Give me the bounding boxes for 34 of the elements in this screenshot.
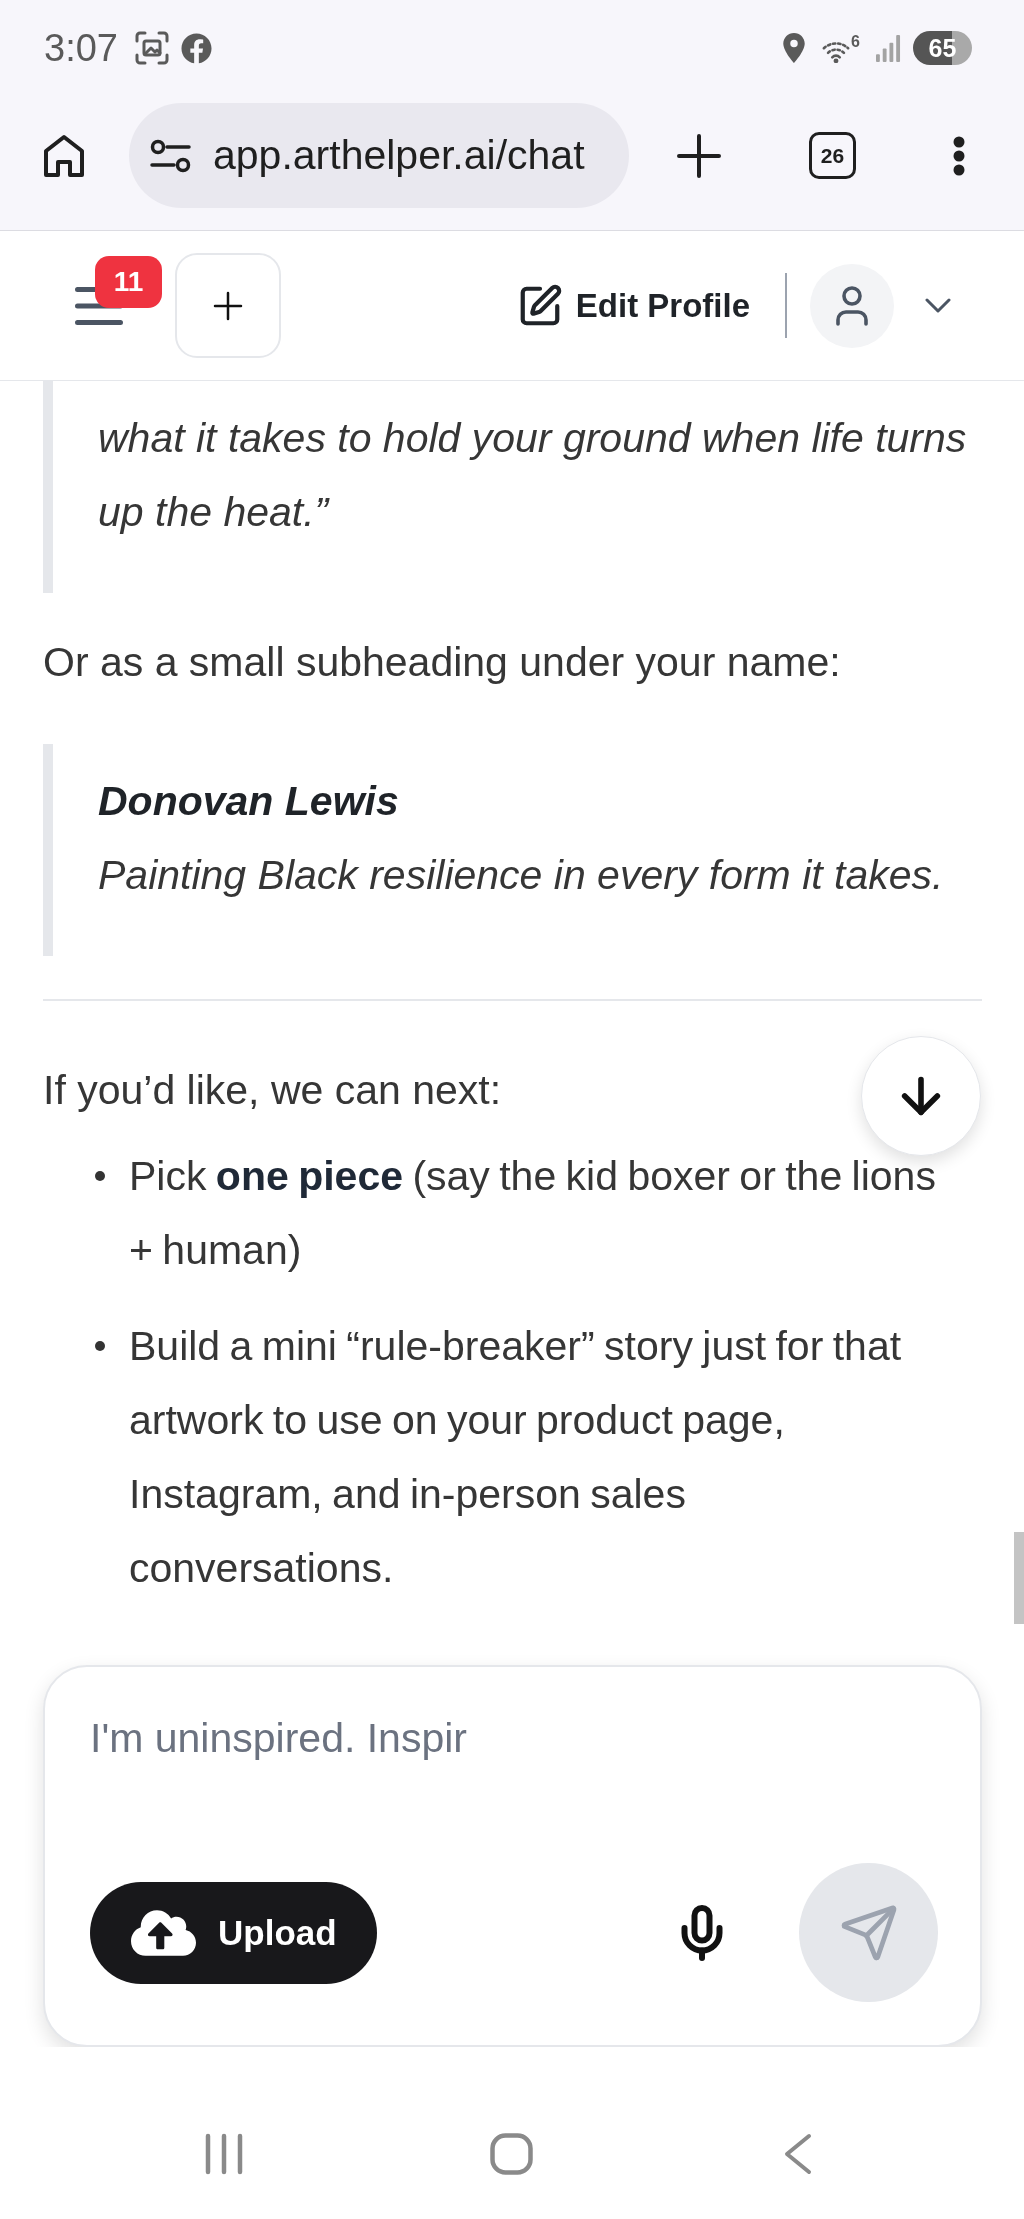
address-bar[interactable]: app.arthelper.ai/chat — [129, 103, 629, 208]
wifi-standard-label: 6 — [851, 33, 860, 50]
signature-name: Donovan Lewis — [98, 777, 399, 826]
battery-indicator: 65 — [913, 31, 972, 65]
url-text: app.arthelper.ai/chat — [213, 135, 585, 176]
status-time: 3:07 — [44, 29, 118, 67]
recent-apps-icon[interactable] — [205, 2133, 243, 2175]
scrollbar-thumb[interactable] — [1014, 1532, 1024, 1624]
location-pin-icon — [783, 33, 806, 63]
composer-card[interactable]: I'm uninspired. Inspir Upload — [43, 1665, 982, 2047]
wifi-icon — [822, 39, 851, 63]
edit-profile-button[interactable]: Edit Profile — [516, 282, 750, 329]
upload-button[interactable]: Upload — [90, 1881, 377, 1984]
tab-switcher-button[interactable]: 26 — [809, 132, 856, 179]
signature-tagline: Painting Black resilience in every form it takes. — [98, 851, 944, 900]
message-text: Or as a small subheading under your name: — [43, 638, 841, 687]
plus-icon — [213, 290, 243, 321]
message-text: If you’d like, we can next: — [43, 1066, 502, 1115]
list-item-text: Build a mini “rule-breaker” story just for that artwork to use on your product page, Instagram, and in-person sales conversations. — [129, 1322, 903, 1593]
home-icon[interactable] — [42, 133, 86, 178]
back-icon[interactable] — [784, 2133, 812, 2175]
bullet-icon — [95, 1341, 105, 1351]
screenshot-icon — [134, 31, 169, 65]
new-tab-icon[interactable] — [676, 132, 722, 179]
list-item-text: Pick one piece (say the kid boxer or the lions + human) — [129, 1152, 937, 1275]
facebook-icon — [180, 32, 212, 64]
more-options-icon[interactable] — [953, 135, 965, 176]
site-settings-icon[interactable] — [150, 138, 191, 173]
message-input[interactable]: I'm uninspired. Inspir — [90, 1701, 938, 1863]
chevron-down-icon[interactable] — [925, 298, 951, 313]
quote-text: what it takes to hold your ground when life turns up the heat.” — [98, 414, 968, 537]
signal-strength-icon — [876, 34, 901, 62]
bullet-icon — [95, 1171, 105, 1181]
notification-badge: 11 — [95, 255, 162, 308]
